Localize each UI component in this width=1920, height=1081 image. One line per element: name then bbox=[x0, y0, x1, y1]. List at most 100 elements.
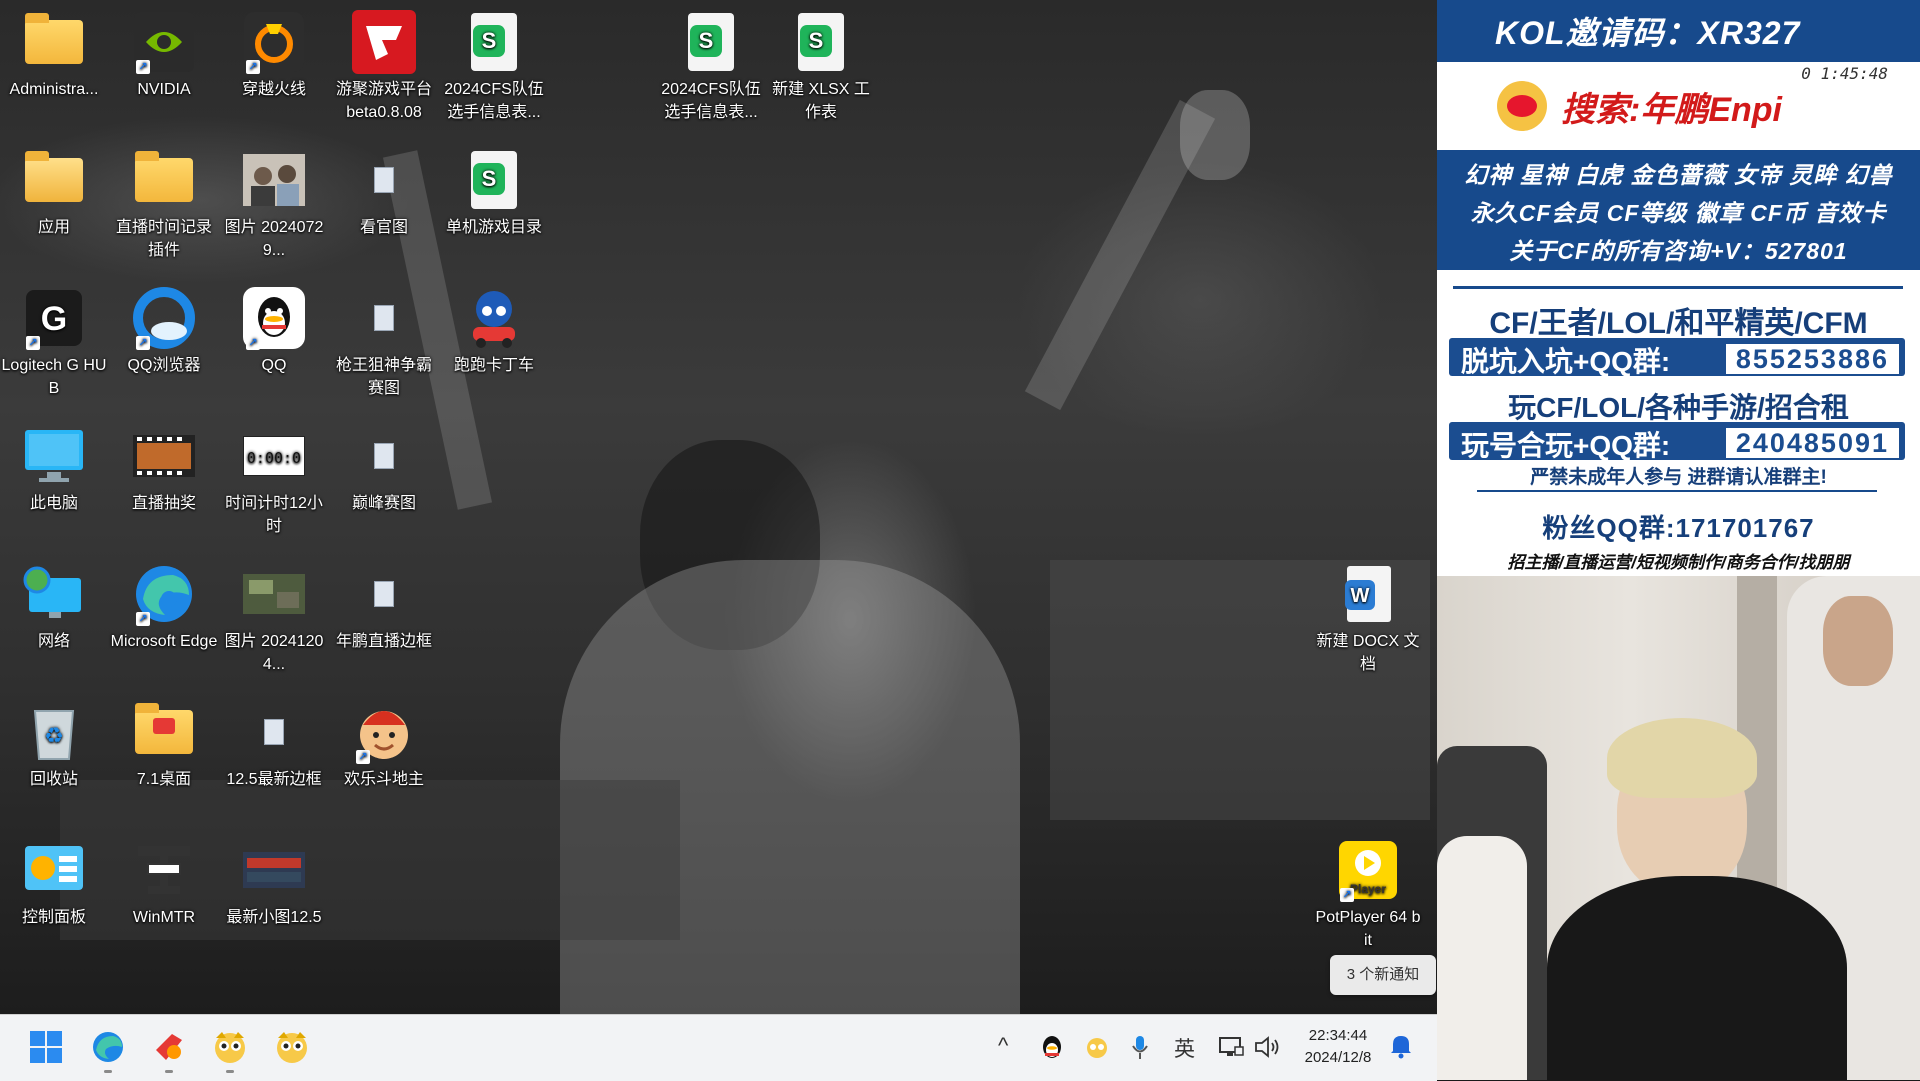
spreadsheet-icon: S bbox=[789, 10, 853, 74]
game-app-tray-icon[interactable] bbox=[1084, 1035, 1110, 1065]
desktop-icon-new-xlsx[interactable]: S 新建 XLSX 工作表 bbox=[767, 0, 875, 124]
taskbar-edge[interactable] bbox=[88, 1027, 128, 1073]
clock[interactable]: 22:34:44 2024/12/8 bbox=[1290, 1025, 1386, 1069]
microphone-icon[interactable] bbox=[1132, 1035, 1148, 1067]
volume-icon[interactable] bbox=[1254, 1035, 1282, 1065]
game-app-icon bbox=[277, 1032, 307, 1063]
icon-label: 最新小图12.5 bbox=[226, 909, 322, 926]
image-icon bbox=[242, 148, 306, 212]
file-icon bbox=[352, 562, 416, 626]
edge-icon bbox=[93, 1032, 123, 1062]
folder-icon bbox=[132, 148, 196, 212]
taskbar-game-app-2[interactable] bbox=[272, 1027, 312, 1067]
wallpaper-fist bbox=[1180, 90, 1250, 180]
notification-bell-icon[interactable] bbox=[1389, 1033, 1413, 1065]
kol-banner: KOL邀请码：XR327 bbox=[1437, 0, 1920, 62]
notification-toast[interactable]: 3 个新通知 bbox=[1330, 955, 1436, 995]
ime-indicator[interactable]: 英 bbox=[1174, 1033, 1195, 1063]
icon-label: 控制面板 bbox=[21, 909, 86, 926]
game-app-icon bbox=[215, 1032, 245, 1063]
recruit-line: 招主播/直播运营/短视频制作/商务合作/找朋朋 bbox=[1507, 553, 1850, 572]
icon-label: 时间计时12小时 bbox=[225, 495, 323, 535]
icon-label: 图片 20241204... bbox=[224, 633, 324, 673]
start-button[interactable] bbox=[26, 1027, 66, 1067]
icon-label: Microsoft Edge bbox=[110, 633, 218, 650]
taskbar-browser[interactable] bbox=[149, 1027, 189, 1073]
network-tray-icon[interactable] bbox=[1218, 1035, 1244, 1065]
desktop-icon-winmtr[interactable]: WinMTR bbox=[110, 828, 218, 929]
weibo-search-row: 搜索:年鹏Enpi bbox=[1497, 78, 1782, 134]
desktop-icon-71-desktop[interactable]: 7.1桌面 bbox=[110, 690, 218, 791]
minor-notice: 严禁未成年人参与 进群请认准群主! bbox=[1530, 467, 1827, 488]
desktop-icon-nvidia[interactable]: ↗ NVIDIA bbox=[110, 0, 218, 101]
desktop-icon-sniper-map[interactable]: 枪王狙神争霸赛图 bbox=[330, 276, 438, 400]
control-panel-icon bbox=[22, 838, 86, 902]
desktop-icon-recycle-bin[interactable]: ♻ 回收站 bbox=[0, 690, 108, 791]
youju-platform-icon bbox=[352, 10, 416, 74]
desktop-icon-image-20240729[interactable]: 图片 20240729... bbox=[220, 138, 328, 262]
desktop-icon-edge[interactable]: ↗ Microsoft Edge bbox=[110, 552, 218, 653]
desktop-icon-kartrider[interactable]: 跑跑卡丁车 bbox=[440, 276, 548, 377]
file-icon bbox=[352, 286, 416, 350]
svg-text:0:00:0: 0:00:0 bbox=[247, 449, 301, 467]
desktop-icon-apps-folder[interactable]: 应用 bbox=[0, 138, 108, 239]
desktop-icon-logitech[interactable]: G ↗ Logitech G HUB bbox=[0, 276, 108, 400]
desktop-icon-cfs-sheet-1[interactable]: S 2024CFS队伍选手信息表... bbox=[440, 0, 548, 124]
streamer-shirt bbox=[1547, 876, 1847, 1080]
icon-label: 单机游戏目录 bbox=[445, 219, 542, 236]
qq-icon: ↗ bbox=[242, 286, 306, 350]
svg-text:G: G bbox=[41, 300, 67, 338]
icon-label: 2024CFS队伍选手信息表... bbox=[444, 81, 544, 121]
desktop-icon-live-lottery[interactable]: 直播抽奖 bbox=[110, 414, 218, 515]
icon-label: 图片 20240729... bbox=[224, 219, 324, 259]
tray-overflow-chevron[interactable]: ^ bbox=[998, 1033, 1008, 1059]
kartrider-icon bbox=[462, 286, 526, 350]
network-icon bbox=[22, 562, 86, 626]
spreadsheet-icon: S bbox=[462, 10, 526, 74]
qq-browser-icon: ↗ bbox=[132, 286, 196, 350]
desktop-icon-kanguan-map[interactable]: 看官图 bbox=[330, 138, 438, 239]
games-line: CF/王者/LOL/和平精英/CFM bbox=[1489, 307, 1868, 340]
icon-label: 看官图 bbox=[359, 219, 408, 236]
person-left bbox=[1437, 836, 1527, 1080]
desktop-icon-image-20241204[interactable]: 图片 20241204... bbox=[220, 552, 328, 676]
qq-tray-icon[interactable] bbox=[1040, 1035, 1064, 1067]
icon-label: 7.1桌面 bbox=[136, 771, 192, 788]
file-icon bbox=[242, 700, 306, 764]
desktop-icon-youju-platform[interactable]: 游聚游戏平台 beta0.8.08 bbox=[330, 0, 438, 124]
desktop-icon-crossfire[interactable]: ↗ 穿越火线 bbox=[220, 0, 328, 101]
desktop-icon-live-time-plugin[interactable]: 直播时间记录插件 bbox=[110, 138, 218, 262]
desktop-icon-latest-thumbnail[interactable]: 最新小图12.5 bbox=[220, 828, 328, 929]
qq-group-number: 855253886 bbox=[1723, 342, 1901, 376]
kol-code-text: KOL邀请码：XR327 bbox=[1495, 15, 1801, 51]
svg-text:W: W bbox=[1351, 585, 1370, 607]
desktop-icon-peak-map[interactable]: 巅峰赛图 bbox=[330, 414, 438, 515]
computer-icon bbox=[22, 424, 86, 488]
desktop-icon-new-docx[interactable]: W 新建 DOCX 文档 bbox=[1314, 552, 1422, 676]
promo-blue-box: 幻神 星神 白虎 金色蔷薇 女帝 灵眸 幻兽 永久CF会员 CF等级 徽章 CF… bbox=[1437, 150, 1920, 270]
taskbar-game-app-1[interactable] bbox=[210, 1027, 250, 1073]
nvidia-icon: ↗ bbox=[132, 10, 196, 74]
desktop-icon-border-125[interactable]: 12.5最新边框 bbox=[220, 690, 328, 791]
icon-label: 新建 XLSX 工作表 bbox=[772, 81, 870, 121]
desktop-icon-cfs-sheet-2[interactable]: S 2024CFS队伍选手信息表... bbox=[657, 0, 765, 124]
icon-label: 回收站 bbox=[29, 771, 78, 788]
spreadsheet-icon: S bbox=[462, 148, 526, 212]
desktop-icon-potplayer[interactable]: Player ↗ PotPlayer 64 bit bbox=[1314, 828, 1422, 952]
desktop-icon-administrator[interactable]: Administra... bbox=[0, 0, 108, 101]
doudizhu-icon: ↗ bbox=[352, 700, 416, 764]
desktop-icon-timer-12h[interactable]: 0:00:0 时间计时12小时 bbox=[220, 414, 328, 538]
desktop-icon-network[interactable]: 网络 bbox=[0, 552, 108, 653]
desktop-icon-doudizhu[interactable]: ↗ 欢乐斗地主 bbox=[330, 690, 438, 791]
desktop-icon-standalone-games[interactable]: S 单机游戏目录 bbox=[440, 138, 548, 239]
desktop-icon-this-pc[interactable]: 此电脑 bbox=[0, 414, 108, 515]
desktop-icon-live-border[interactable]: 年鹏直播边框 bbox=[330, 552, 438, 653]
fan-group: 粉丝QQ群:171701767 bbox=[1542, 513, 1815, 543]
desktop-icon-qq-browser[interactable]: ↗ QQ浏览器 bbox=[110, 276, 218, 377]
timer-icon: 0:00:0 bbox=[242, 424, 306, 488]
icon-label: 巅峰赛图 bbox=[351, 495, 416, 512]
desktop-icon-control-panel[interactable]: 控制面板 bbox=[0, 828, 108, 929]
desktop-icon-qq[interactable]: ↗ QQ bbox=[220, 276, 328, 377]
icon-label: Logitech G HUB bbox=[1, 357, 107, 397]
icon-label: 直播时间记录插件 bbox=[115, 219, 212, 259]
